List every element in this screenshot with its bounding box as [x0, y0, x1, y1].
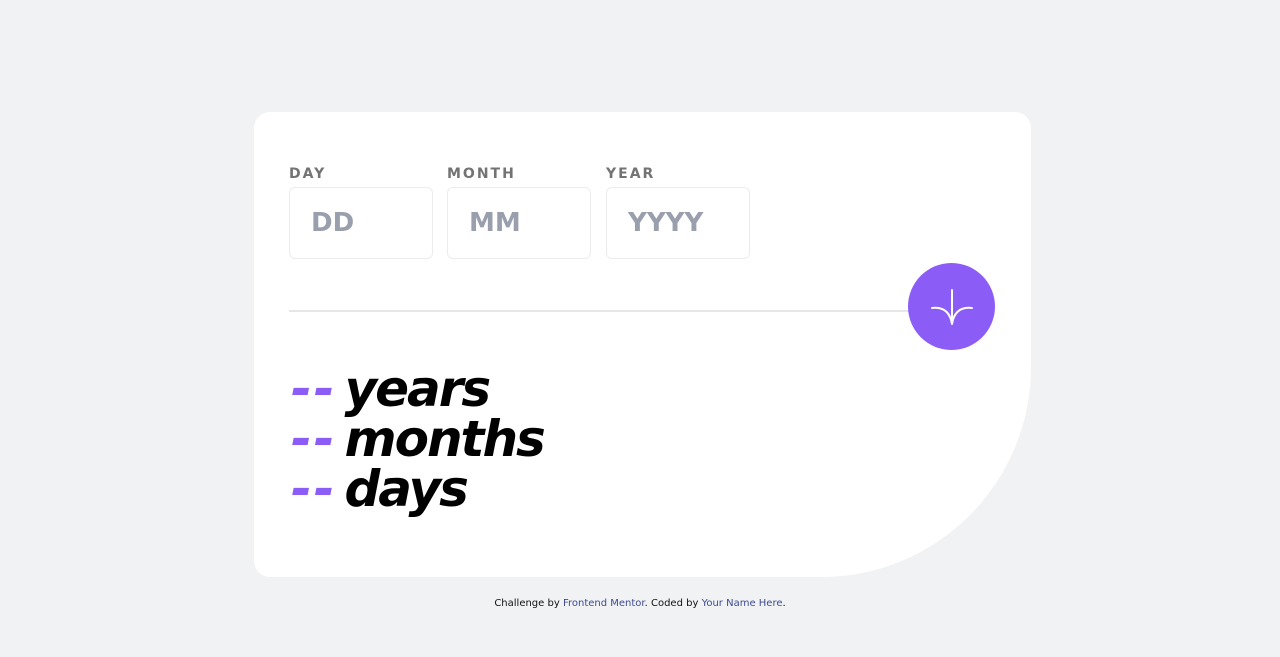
month-field: MONTH	[447, 164, 591, 259]
age-calculator-card: DAY MONTH YEAR --years --months --days	[254, 112, 1031, 577]
month-label: MONTH	[447, 166, 516, 182]
year-label: YEAR	[606, 166, 656, 182]
author-link[interactable]: Your Name Here	[702, 598, 783, 609]
day-input[interactable]	[289, 187, 433, 259]
year-input[interactable]	[606, 187, 750, 259]
footer-period: .	[782, 598, 786, 609]
day-label: DAY	[289, 166, 327, 182]
challenge-text: Challenge by	[494, 598, 560, 609]
days-value: --	[291, 460, 337, 518]
frontend-mentor-link[interactable]: Frontend Mentor	[563, 598, 645, 609]
day-field: DAY	[289, 164, 433, 259]
attribution-footer: Challenge by Frontend Mentor. Coded by Y…	[0, 598, 1280, 609]
month-input[interactable]	[447, 187, 591, 259]
result-years: -- years	[291, 364, 544, 414]
year-field: YEAR	[606, 164, 750, 259]
divider	[289, 310, 911, 312]
days-label: days	[344, 460, 469, 518]
result-months: -- months	[291, 414, 546, 464]
submit-button[interactable]	[908, 263, 995, 350]
coded-text: . Coded by	[644, 598, 699, 609]
result-days: -- days	[291, 464, 544, 514]
arrow-down-icon	[930, 288, 973, 325]
results: -- years -- months -- days	[291, 364, 546, 514]
